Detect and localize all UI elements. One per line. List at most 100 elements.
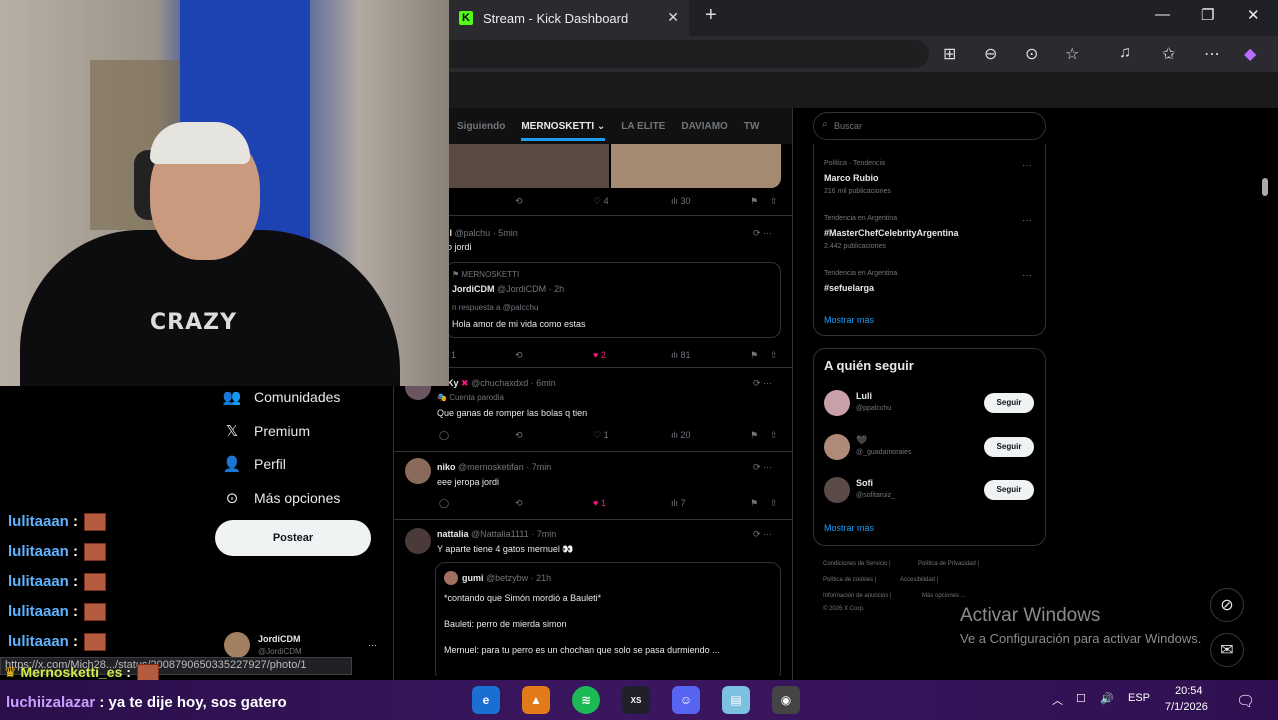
favorite-star-icon[interactable]: ☆ [1065, 44, 1079, 64]
more-icon[interactable]: ··· [1022, 215, 1032, 226]
scrollbar-thumb[interactable] [1262, 178, 1268, 196]
fl-studio-icon[interactable]: ▲ [522, 686, 550, 714]
repost-icon[interactable]: ⟲ [515, 196, 523, 207]
show-more-link[interactable]: Mostrar más [824, 315, 874, 325]
show-more-link[interactable]: Mostrar más [824, 523, 874, 533]
close-window-button[interactable]: ✕ [1247, 6, 1260, 24]
more-page-icon[interactable]: ⊙ [1025, 44, 1038, 64]
like-count[interactable]: ♥ 1 [593, 498, 606, 508]
nav-perfil[interactable]: 👤 Perfil [222, 455, 286, 473]
tab-close-icon[interactable]: ✕ [667, 9, 679, 26]
views-count[interactable]: ılı 7 [671, 498, 686, 508]
tab-mernosketti[interactable]: MERNOSKETTI ⌄ [521, 121, 606, 141]
follow-button[interactable]: Seguir [984, 437, 1034, 457]
share-icon[interactable]: ⇧ [770, 498, 778, 509]
search-input[interactable]: ⌕ Buscar [813, 112, 1046, 140]
grok-fab-icon[interactable]: ⊘ [1210, 588, 1244, 622]
account-name[interactable]: JordiCDM [258, 634, 301, 644]
language-indicator[interactable]: ESP [1128, 692, 1150, 704]
quoted-post[interactable]: ⚑ MERNOSKETTI JordiCDM @JordiCDM · 2h n … [445, 262, 781, 338]
trend-title[interactable]: #sefuelarga [824, 283, 874, 293]
bookmark-icon[interactable]: ⚑ [750, 430, 758, 441]
messages-fab-icon[interactable]: ✉ [1210, 633, 1244, 667]
repost-icon[interactable]: ⟲ [515, 430, 523, 441]
browser-tab[interactable]: K Stream - Kick Dashboard ✕ [449, 0, 689, 36]
tab-siguiendo[interactable]: Siguiendo [457, 121, 505, 132]
trend-title[interactable]: #MasterChefCelebrityArgentina [824, 228, 959, 238]
minimize-button[interactable]: — [1155, 6, 1170, 23]
bookmark-icon[interactable]: ⚑ [750, 498, 758, 509]
reply-icon[interactable]: ◯ [439, 498, 449, 509]
apps-icon[interactable]: ⊞ [943, 44, 956, 64]
extensions-icon[interactable]: ♫ [1119, 44, 1131, 62]
avatar[interactable] [405, 528, 431, 554]
post[interactable]: Ky ✖ @chuchaxdxd · 6min ⟳ ··· 🎭 Cuenta p… [393, 368, 792, 452]
reply-icon[interactable]: ◯ [439, 430, 449, 441]
views-count[interactable]: ılı 30 [671, 196, 691, 206]
tray-chevron-icon[interactable]: ︿ [1052, 692, 1063, 708]
tab-daviamo[interactable]: DAVIAMO [681, 121, 727, 132]
notification-icon[interactable]: 🗨 [1236, 692, 1255, 710]
zoom-icon[interactable]: ⊖ [984, 44, 997, 64]
xsplit-icon[interactable]: XS [622, 686, 650, 714]
account-more-icon[interactable]: ··· [368, 640, 377, 650]
bookmark-icon[interactable]: ⚑ [750, 196, 758, 207]
post-author[interactable]: ll @palchu · 5min [447, 228, 518, 238]
bookmark-icon[interactable]: ⚑ [750, 350, 758, 361]
like-count[interactable]: ♡ 1 [593, 430, 609, 441]
avatar[interactable] [824, 477, 850, 503]
follow-name[interactable]: Sofi [856, 478, 873, 488]
tab-la-elite[interactable]: LA ELITE [621, 121, 665, 132]
nav-mas-opciones[interactable]: ⊙ Más opciones [222, 489, 341, 507]
network-icon[interactable]: ☐ [1076, 692, 1086, 705]
avatar[interactable] [824, 434, 850, 460]
post[interactable]: nattalia @Nattalia1111 · 7min ⟳ ··· Y ap… [393, 520, 792, 676]
share-icon[interactable]: ⇧ [770, 350, 778, 361]
favorites-icon[interactable]: ✩ [1162, 44, 1175, 64]
post-author[interactable]: nattalia @Nattalia1111 · 7min [437, 529, 556, 539]
footer-link[interactable]: Accesibilidad | [900, 577, 938, 583]
settings-more-icon[interactable]: ⋯ [1204, 44, 1220, 64]
follow-name[interactable]: Luli [856, 391, 872, 401]
footer-link[interactable]: Más opciones ... [922, 593, 966, 599]
edge-icon[interactable]: e [472, 686, 500, 714]
post[interactable]: ll @palchu · 5min ⟳ ··· o jordi ⚑ MERNOS… [393, 216, 792, 368]
volume-icon[interactable]: 🔊 [1100, 692, 1114, 705]
trend-title[interactable]: Marco Rubio [824, 173, 879, 183]
post-author[interactable]: Ky ✖ @chuchaxdxd · 6min [447, 378, 556, 389]
scrollbar[interactable] [1262, 160, 1268, 640]
like-count[interactable]: ♡ 4 [593, 196, 609, 207]
grok-icon[interactable]: ⟳ ··· [753, 228, 772, 239]
post-button[interactable]: Postear [215, 520, 371, 556]
clock-time[interactable]: 20:54 [1175, 685, 1203, 697]
grok-icon[interactable]: ⟳ ··· [753, 529, 772, 540]
footer-link[interactable]: Información de anuncios | [823, 593, 892, 599]
views-count[interactable]: ılı 20 [671, 430, 691, 440]
share-icon[interactable]: ⇧ [770, 430, 778, 441]
new-tab-button[interactable]: + [705, 4, 717, 27]
views-count[interactable]: ılı 81 [671, 350, 691, 360]
post-author[interactable]: niko @mernosketifan · 7min [437, 462, 551, 472]
discord-icon[interactable]: ☺ [672, 686, 700, 714]
follow-button[interactable]: Seguir [984, 393, 1034, 413]
follow-button[interactable]: Seguir [984, 480, 1034, 500]
nav-premium[interactable]: 𝕏 Premium [222, 422, 310, 440]
obs-icon[interactable]: ◉ [772, 686, 800, 714]
grok-icon[interactable]: ⟳ ··· [753, 378, 772, 389]
repost-icon[interactable]: ⟲ [515, 350, 523, 361]
spotify-icon[interactable]: ≋ [572, 686, 600, 714]
avatar[interactable] [405, 458, 431, 484]
post[interactable]: ⟲ ♡ 4 ılı 30 ⚑ ⇧ [393, 144, 792, 216]
like-count[interactable]: ♥ 2 [593, 350, 606, 360]
more-icon[interactable]: ··· [1022, 160, 1032, 171]
address-field[interactable] [449, 40, 929, 68]
notepad-icon[interactable]: ▤ [722, 686, 750, 714]
footer-link[interactable]: Condiciones de Servicio | [823, 561, 891, 567]
post-image[interactable] [611, 144, 781, 188]
more-icon[interactable]: ··· [1022, 270, 1032, 281]
quoted-post[interactable]: gumi @betzybw · 21h *contando que Simón … [435, 562, 781, 676]
share-icon[interactable]: ⇧ [770, 196, 778, 207]
post-image[interactable] [449, 144, 609, 188]
clock-date[interactable]: 7/1/2026 [1165, 701, 1208, 713]
avatar[interactable] [824, 390, 850, 416]
